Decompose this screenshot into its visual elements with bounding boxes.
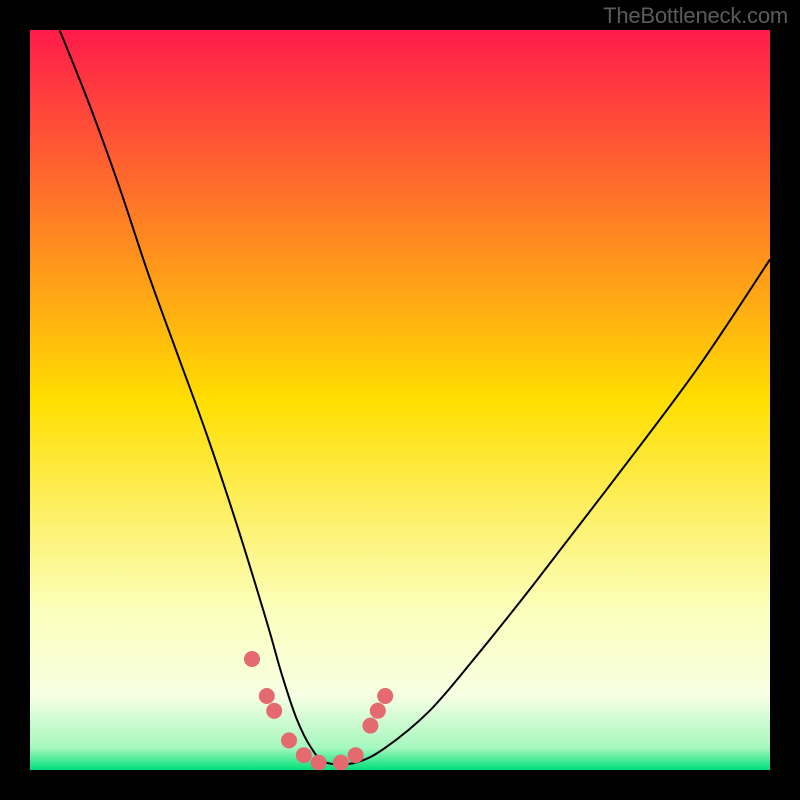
marker-dot	[333, 755, 349, 770]
marker-dot	[259, 688, 275, 704]
marker-dot	[370, 703, 386, 719]
chart-svg	[30, 30, 770, 770]
plot-area	[30, 30, 770, 770]
marker-dot	[244, 651, 260, 667]
chart-frame: TheBottleneck.com	[0, 0, 800, 800]
marker-dot	[362, 718, 378, 734]
watermark-text: TheBottleneck.com	[603, 3, 788, 29]
marker-dot	[266, 703, 282, 719]
marker-dot	[377, 688, 393, 704]
background-gradient	[30, 30, 770, 770]
marker-dot	[281, 732, 297, 748]
marker-dot	[296, 747, 312, 763]
marker-dot	[348, 747, 364, 763]
marker-dot	[311, 755, 327, 770]
